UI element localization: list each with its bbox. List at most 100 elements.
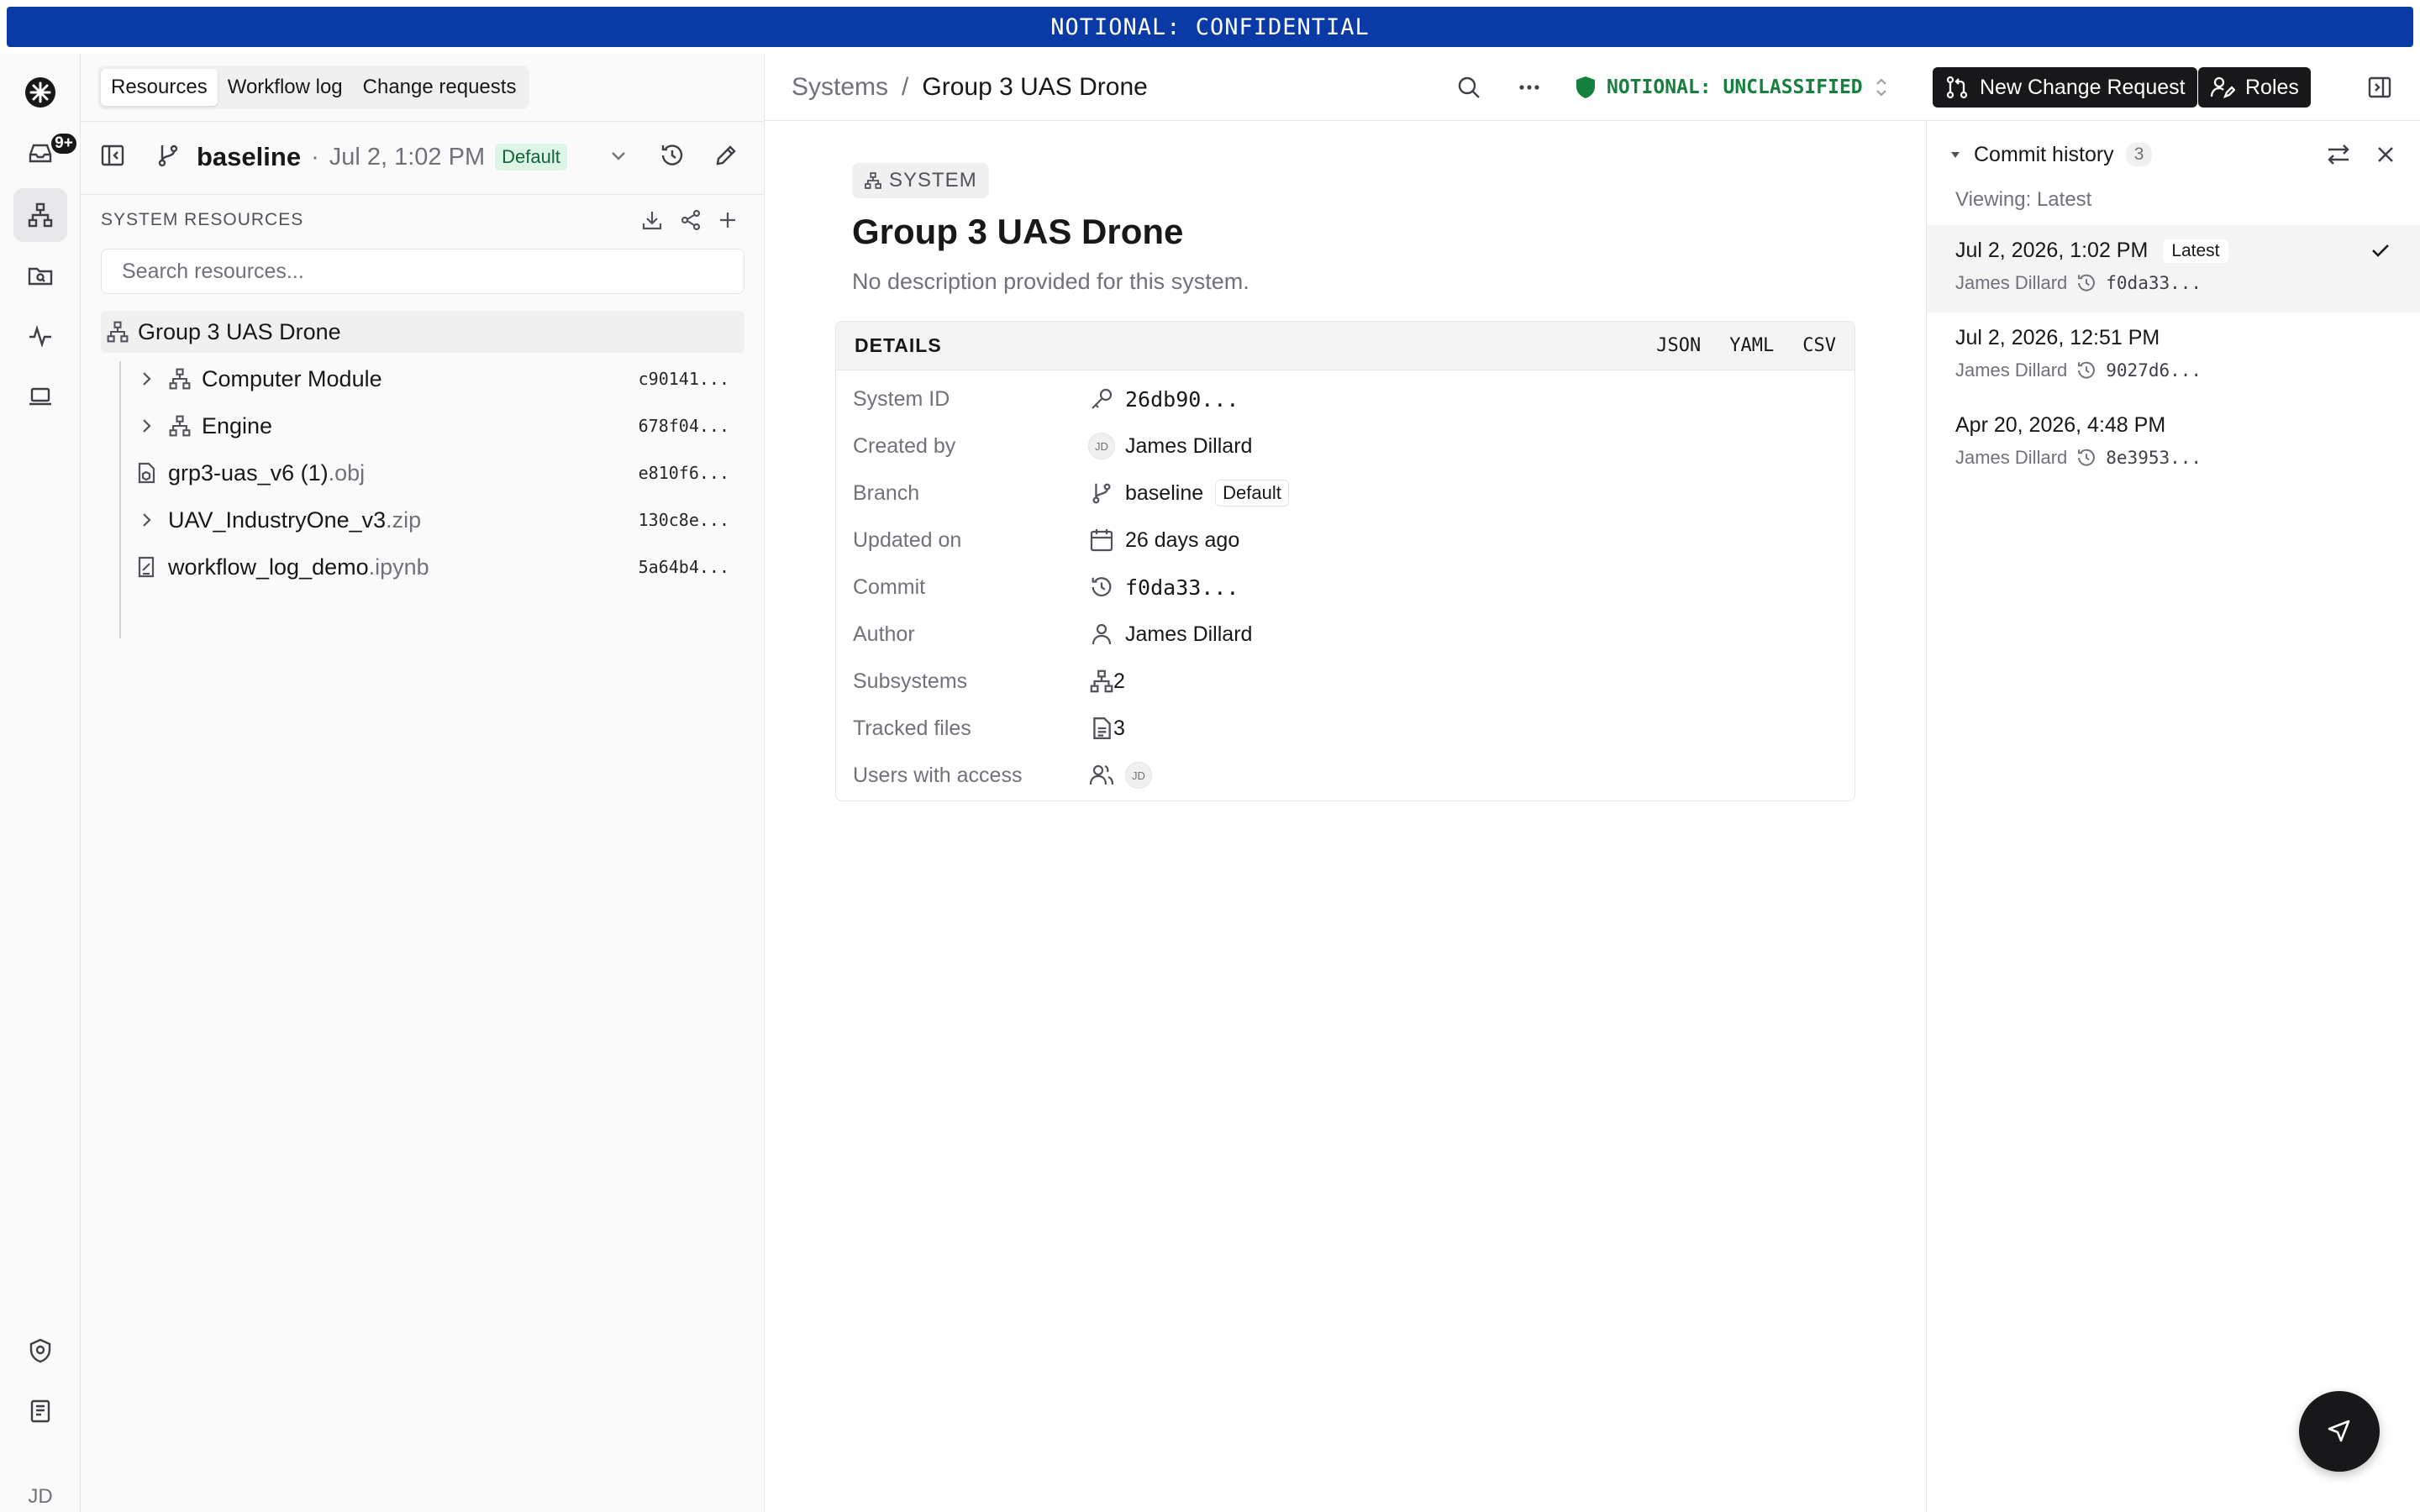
- commit-author: James Dillard: [1955, 447, 2068, 468]
- tree-item-notebook[interactable]: workflow_log_demo .ipynb 5a64b4...: [101, 546, 744, 588]
- resources-panel: Resources Workflow log Change requests b…: [81, 54, 765, 1512]
- search-resources-input[interactable]: Search resources...: [101, 249, 744, 294]
- export-yaml-button[interactable]: YAML: [1729, 335, 1774, 356]
- tree-item-root[interactable]: Group 3 UAS Drone: [101, 311, 744, 353]
- laptop-icon[interactable]: [13, 370, 67, 423]
- updated-on-value: 26 days ago: [1125, 528, 1240, 552]
- users-access-avatars[interactable]: JD: [1125, 762, 1152, 789]
- user-icon: [1088, 621, 1115, 648]
- collapse-sidebar-icon[interactable]: [99, 142, 126, 169]
- add-icon[interactable]: [716, 208, 739, 232]
- check-icon: [2369, 239, 2392, 262]
- tree-item-hash: 130c8e...: [638, 510, 729, 530]
- close-icon[interactable]: [2372, 141, 2399, 168]
- inbox-icon[interactable]: 9+: [13, 126, 79, 180]
- git-pull-request-icon: [1944, 75, 1970, 100]
- file-icon: [1088, 715, 1115, 742]
- search-icon[interactable]: [1452, 71, 1486, 104]
- 3d-file-icon: [134, 461, 158, 485]
- export-json-button[interactable]: JSON: [1656, 335, 1701, 356]
- tree-item-obj-file[interactable]: grp3-uas_v6 (1) .obj e810f6...: [101, 452, 744, 494]
- new-change-request-button[interactable]: New Change Request: [1933, 67, 2197, 108]
- tree-item-engine[interactable]: Engine 678f04...: [101, 405, 744, 447]
- branch-icon: [155, 142, 182, 169]
- new-change-request-label: New Change Request: [1980, 75, 2186, 99]
- history-icon[interactable]: [659, 142, 686, 169]
- avatar: JD: [1125, 762, 1152, 789]
- commit-date: Jul 2, 2026, 12:51 PM: [1955, 326, 2160, 349]
- tree-item-hash: 5a64b4...: [638, 557, 729, 577]
- commit-history-header[interactable]: Commit history 3: [1949, 138, 2153, 171]
- tree-item-zip-file[interactable]: UAV_IndustryOne_v3 .zip 130c8e...: [101, 499, 744, 541]
- tree-item-hash: 678f04...: [638, 416, 729, 436]
- chevron-right-icon[interactable]: [136, 369, 156, 389]
- chevron-right-icon[interactable]: [136, 510, 156, 530]
- caret-down-icon: [1949, 148, 1962, 161]
- commit-value[interactable]: f0da33...: [1125, 575, 1239, 600]
- detail-label: Users with access: [853, 763, 1023, 787]
- detail-label: System ID: [853, 386, 950, 411]
- app-logo-icon[interactable]: [13, 66, 67, 119]
- more-options-icon[interactable]: [1512, 71, 1546, 104]
- tab-change-requests[interactable]: Change requests: [353, 69, 527, 106]
- app-rail: 9+ JD: [0, 54, 81, 1512]
- tree-item-label: Engine: [202, 412, 273, 438]
- breadcrumb-systems[interactable]: Systems: [792, 73, 888, 102]
- system-id-value[interactable]: 26db90...: [1125, 387, 1239, 412]
- export-csv-button[interactable]: CSV: [1802, 335, 1836, 356]
- detail-row-subsystems: Subsystems 2: [836, 658, 1854, 705]
- detail-label: Commit: [853, 575, 926, 599]
- user-role-icon: [2210, 75, 2235, 100]
- activity-icon[interactable]: [13, 309, 67, 363]
- edit-icon[interactable]: [713, 142, 739, 169]
- folder-search-icon[interactable]: [13, 249, 67, 302]
- detail-row-created-by: Created by JD James Dillard: [836, 423, 1854, 470]
- compare-icon[interactable]: [2325, 141, 2352, 168]
- tree-item-hash: e810f6...: [638, 463, 729, 483]
- tab-resources[interactable]: Resources: [101, 69, 218, 106]
- detail-row-commit: Commit f0da33...: [836, 564, 1854, 611]
- tracked-files-value: 3: [1113, 716, 1125, 740]
- system-icon: [168, 414, 192, 438]
- detail-label: Created by: [853, 433, 956, 458]
- tree-item-label: UAV_IndustryOne_v3 .zip: [168, 507, 422, 533]
- commit-history-title: Commit history: [1974, 142, 2114, 166]
- roles-button[interactable]: Roles: [2198, 67, 2311, 108]
- systems-nav-icon[interactable]: [13, 188, 67, 242]
- user-avatar[interactable]: JD: [13, 1470, 67, 1512]
- system-detail: SYSTEM Group 3 UAS Drone No description …: [765, 121, 1926, 1512]
- author-value: James Dillard: [1125, 622, 1253, 646]
- chevron-down-icon[interactable]: [607, 144, 630, 167]
- classification-selector[interactable]: NOTIONAL: UNCLASSIFIED: [1575, 71, 1890, 104]
- docs-icon[interactable]: [13, 1384, 67, 1438]
- branch-bar: baseline · Jul 2, 1:02 PM Default: [81, 121, 765, 195]
- subsystems-value: 2: [1113, 669, 1125, 693]
- detail-row-branch: Branch baseline Default: [836, 470, 1854, 517]
- chevron-right-icon[interactable]: [136, 416, 156, 436]
- detail-row-author: Author James Dillard: [836, 611, 1854, 658]
- classification-label: NOTIONAL: UNCLASSIFIED: [1607, 76, 1863, 98]
- shield-icon: [1575, 76, 1597, 99]
- commit-item[interactable]: Jul 2, 2026, 12:51 PM James Dillard 9027…: [1927, 312, 2420, 400]
- section-title: SYSTEM RESOURCES: [101, 210, 304, 229]
- commit-item[interactable]: Apr 20, 2026, 4:48 PM James Dillard 8e39…: [1927, 400, 2420, 487]
- details-card: DETAILS JSON YAML CSV System ID 26db90..…: [835, 321, 1855, 801]
- assistant-fab-button[interactable]: [2299, 1391, 2380, 1472]
- tree-item-computer-module[interactable]: Computer Module c90141...: [101, 358, 744, 400]
- shield-settings-icon[interactable]: [13, 1324, 67, 1378]
- commit-item[interactable]: Jul 2, 2026, 1:02 PM Latest James Dillard…: [1927, 225, 2420, 312]
- default-badge: Default: [1215, 480, 1289, 507]
- branch-selector[interactable]: baseline · Jul 2, 1:02 PM Default: [197, 139, 567, 176]
- notebook-icon: [134, 555, 158, 579]
- users-icon: [1088, 762, 1115, 789]
- toggle-right-panel-icon[interactable]: [2363, 71, 2396, 104]
- cursor-arrow-icon: [2323, 1415, 2356, 1448]
- created-by-value: James Dillard: [1125, 433, 1253, 458]
- share-icon[interactable]: [679, 208, 702, 232]
- commit-author: James Dillard: [1955, 360, 2068, 381]
- tab-workflow-log[interactable]: Workflow log: [218, 69, 353, 106]
- tree-item-label: Group 3 UAS Drone: [138, 318, 341, 344]
- download-icon[interactable]: [640, 208, 664, 232]
- chevron-updown-icon: [1873, 75, 1890, 100]
- history-icon: [1088, 574, 1115, 601]
